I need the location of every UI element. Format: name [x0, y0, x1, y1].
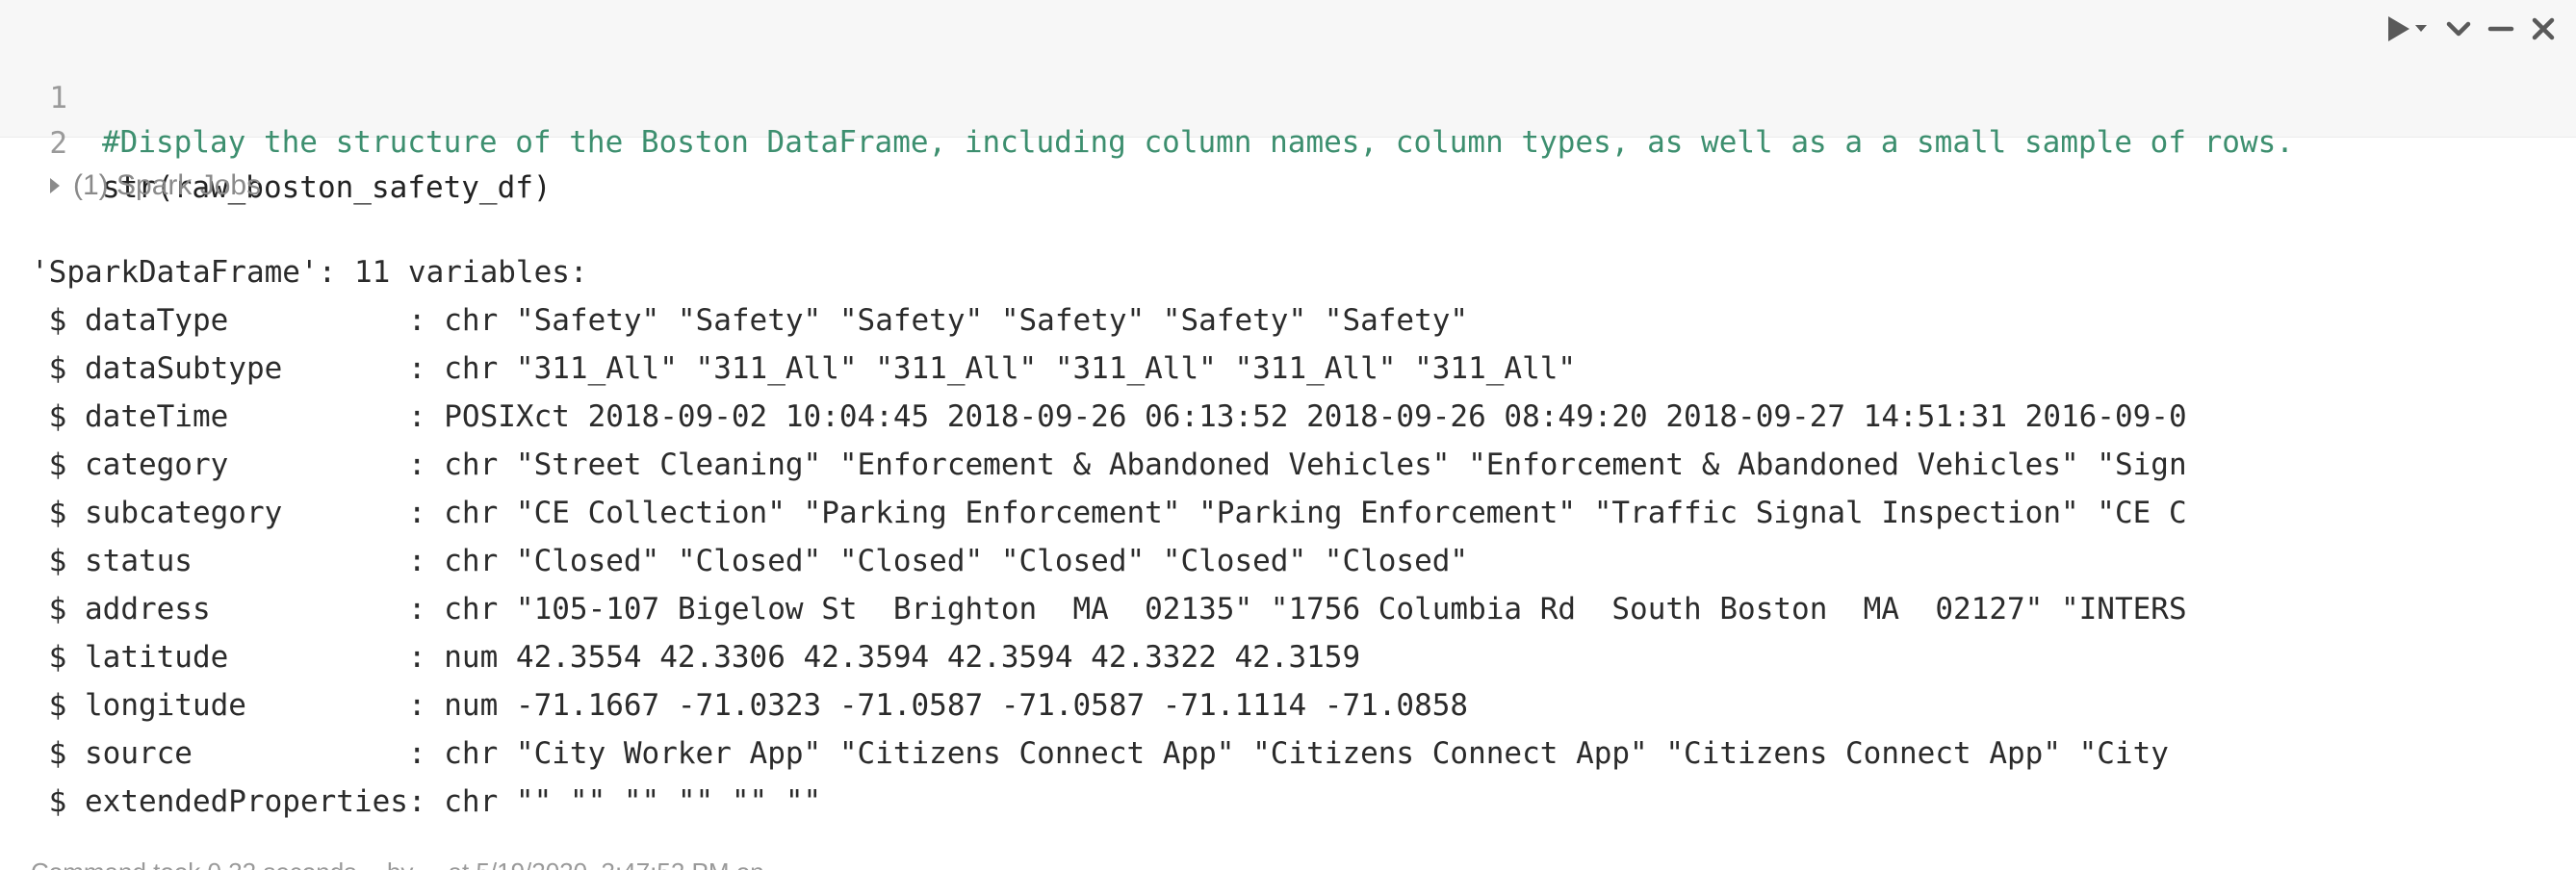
- spark-jobs-toggle[interactable]: (1) Spark Jobs: [48, 164, 261, 208]
- output-row-category: $ category : chr "Street Cleaning" "Enfo…: [31, 448, 2187, 482]
- notebook-cell: 1 #Display the structure of the Boston D…: [0, 0, 2576, 870]
- code-editor[interactable]: 1 #Display the structure of the Boston D…: [0, 0, 2576, 205]
- output-header: 'SparkDataFrame': 11 variables:: [31, 255, 588, 290]
- code-line-2[interactable]: 2 str(raw_boston_safety_df): [0, 77, 551, 205]
- output-row-extendedProperties: $ extendedProperties: chr "" "" "" "" ""…: [31, 784, 822, 819]
- command-status: Command took 0.32 seconds -- by ... at 5…: [31, 853, 792, 870]
- code-comment[interactable]: #Display the structure of the Boston Dat…: [102, 120, 2294, 165]
- play-icon: [2388, 16, 2427, 41]
- code-line-1[interactable]: 1 #Display the structure of the Boston D…: [0, 32, 2294, 160]
- cell-toolbar: [2382, 8, 2563, 50]
- run-cell-button[interactable]: [2382, 8, 2435, 50]
- minimize-cell-button[interactable]: [2482, 8, 2520, 50]
- collapse-cell-button[interactable]: [2439, 8, 2478, 50]
- output-row-dataSubtype: $ dataSubtype : chr "311_All" "311_All" …: [31, 351, 1577, 386]
- cell-output: 'SparkDataFrame': 11 variables: $ dataTy…: [31, 248, 2534, 826]
- output-row-status: $ status : chr "Closed" "Closed" "Closed…: [31, 544, 1469, 578]
- delete-cell-button[interactable]: [2524, 8, 2563, 50]
- output-row-dateTime: $ dateTime : POSIXct 2018-09-02 10:04:45…: [31, 399, 2187, 434]
- spark-jobs-label: (1) Spark Jobs: [73, 169, 262, 201]
- output-row-longitude: $ longitude : num -71.1667 -71.0323 -71.…: [31, 688, 1469, 723]
- close-icon: [2532, 17, 2555, 40]
- output-row-latitude: $ latitude : num 42.3554 42.3306 42.3594…: [31, 640, 1361, 675]
- caret-right-icon: [50, 178, 60, 193]
- chevron-down-icon: [2446, 21, 2471, 37]
- output-row-dataType: $ dataType : chr "Safety" "Safety" "Safe…: [31, 303, 1469, 338]
- output-row-source: $ source : chr "City Worker App" "Citize…: [31, 736, 2169, 771]
- line-number: 2: [49, 126, 67, 161]
- output-row-subcategory: $ subcategory : chr "CE Collection" "Par…: [31, 496, 2187, 530]
- minus-icon: [2487, 26, 2514, 32]
- output-row-address: $ address : chr "105-107 Bigelow St Brig…: [31, 592, 2187, 627]
